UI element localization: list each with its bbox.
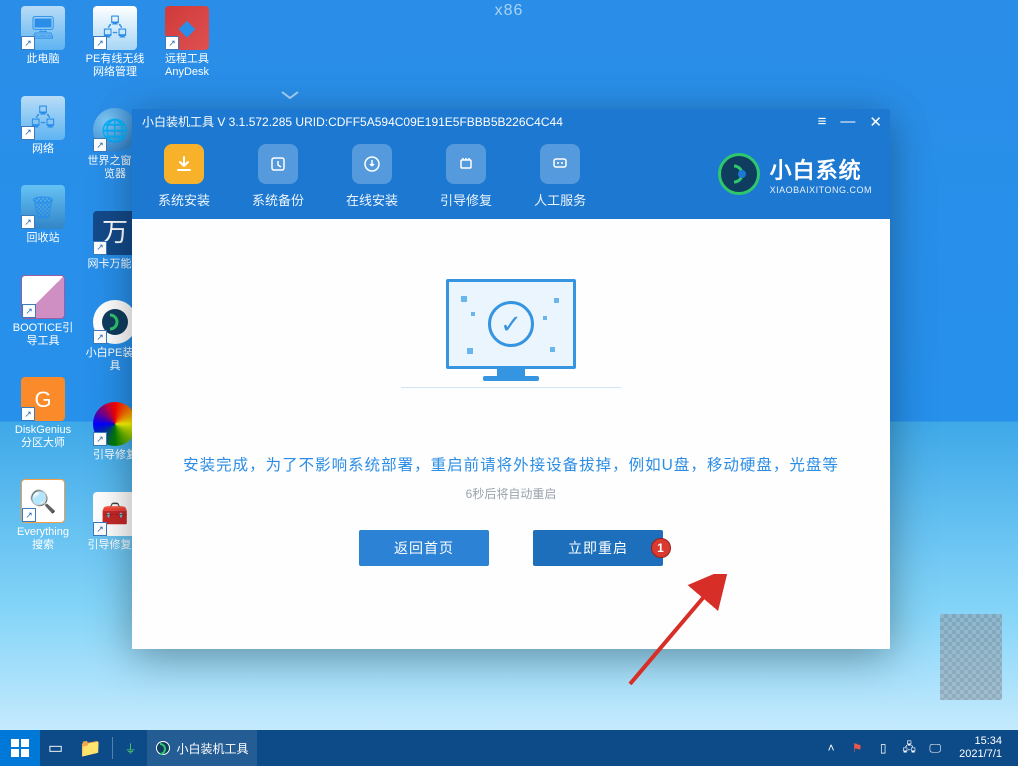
pe-network-icon[interactable]: 🖧↗ PE有线无线网络管理 <box>84 6 146 78</box>
network-glyph-icon: 🖧↗ <box>21 96 65 140</box>
menu-button[interactable]: ≡ <box>818 113 827 131</box>
tab-label: 系统备份 <box>252 190 304 209</box>
diskgenius-glyph-icon: G↗ <box>21 377 65 421</box>
desktop-label: PE有线无线网络管理 <box>84 53 146 78</box>
desktop-label: Everything搜索 <box>12 526 74 551</box>
magnifier-icon: 🔍↗ <box>21 479 65 523</box>
monitor-icon: 🖥↗ <box>21 6 65 50</box>
tray-flag-icon[interactable]: ⚑ <box>849 740 865 756</box>
tray-battery-icon[interactable]: ▯ <box>875 740 891 756</box>
pinwheel-icon: ↗ <box>93 402 137 446</box>
taskbar-app-label: 小白装机工具 <box>177 740 249 757</box>
this-pc-icon[interactable]: 🖥↗ 此电脑 <box>12 6 74 66</box>
desktop-label: 远程工具AnyDesk <box>156 53 218 78</box>
folder-icon: 📁 <box>79 738 101 759</box>
anydesk-icon[interactable]: ◆↗ 远程工具AnyDesk <box>156 6 218 78</box>
tab-support[interactable]: 人工服务 <box>528 140 592 213</box>
desktop-label: 引导修复 <box>93 449 137 462</box>
cloud-download-icon <box>352 144 392 184</box>
tab-label: 系统安装 <box>158 190 210 209</box>
restart-label: 立即重启 <box>568 540 628 556</box>
xiaobai-tray-icon <box>155 740 171 756</box>
taskbar: ▭ 📁 ⏚ 小白装机工具 ˄ ⚑ ▯ 🖧 🖵 15:34 2021/7/1 <box>0 730 1018 766</box>
tray-monitor-icon[interactable]: 🖵 <box>927 740 943 756</box>
taskview-icon: ▭ <box>48 738 63 758</box>
restart-now-button[interactable]: 立即重启 1 <box>533 530 663 566</box>
desktop-label: 此电脑 <box>27 53 60 66</box>
tab-label: 人工服务 <box>534 190 586 209</box>
windows-icon <box>11 739 29 757</box>
success-graphic: ✓ <box>441 279 581 399</box>
everything-icon[interactable]: 🔍↗ Everything搜索 <box>12 479 74 551</box>
lan-icon: 🖧↗ <box>93 6 137 50</box>
tab-backup[interactable]: 系统备份 <box>246 140 310 213</box>
taskbar-wifi[interactable]: ⏚ <box>115 730 147 766</box>
network-icon[interactable]: 🖧↗ 网络 <box>12 96 74 156</box>
wifi-icon: ⏚ <box>123 740 139 756</box>
anydesk-glyph-icon: ◆↗ <box>165 6 209 50</box>
repair-icon <box>446 144 486 184</box>
tray-network-icon[interactable]: 🖧 <box>901 740 917 756</box>
tab-install[interactable]: 系统安装 <box>152 140 216 213</box>
complete-message: 安装完成，为了不影响系统部署，重启前请将外接设备拔掉，例如U盘，移动硬盘，光盘等 <box>183 453 839 475</box>
eraser-icon: ↗ <box>21 275 65 319</box>
xiaobai-logo-icon: ↗ <box>93 300 137 344</box>
taskbar-taskview[interactable]: ▭ <box>40 730 71 766</box>
desktop-label: BOOTICE引导工具 <box>12 322 74 347</box>
tab-online[interactable]: 在线安装 <box>340 140 404 213</box>
check-circle-icon: ✓ <box>488 301 534 347</box>
globe-icon: 🌐↗ <box>93 108 137 152</box>
chevron-down-icon <box>280 90 300 100</box>
chat-icon <box>540 144 580 184</box>
arch-label: x86 <box>495 2 524 20</box>
desktop-label: 网络 <box>32 143 54 156</box>
desktop-label: DiskGenius分区大师 <box>12 424 74 449</box>
start-button[interactable] <box>0 730 40 766</box>
window-title: 小白装机工具 V 3.1.572.285 URID:CDFF5A594C09E1… <box>142 113 563 130</box>
recycle-bin-icon[interactable]: 🗑↗ 回收站 <box>12 185 74 245</box>
firstaid-icon: 🧰↗ <box>93 492 137 536</box>
brand-name: 小白系统 <box>770 153 872 185</box>
clock-date: 2021/7/1 <box>959 748 1002 761</box>
desktop-label: 回收站 <box>27 232 60 245</box>
tab-label: 在线安装 <box>346 190 398 209</box>
brand-url: XIAOBAIXITONG.COM <box>770 185 872 195</box>
trash-icon: 🗑↗ <box>21 185 65 229</box>
xiaobai-window: 小白装机工具 V 3.1.572.285 URID:CDFF5A594C09E1… <box>132 109 890 649</box>
diskgenius-icon[interactable]: G↗ DiskGenius分区大师 <box>12 377 74 449</box>
taskbar-explorer[interactable]: 📁 <box>71 730 109 766</box>
taskbar-app-xiaobai[interactable]: 小白装机工具 <box>147 730 257 766</box>
download-icon <box>164 144 204 184</box>
taskbar-clock[interactable]: 15:34 2021/7/1 <box>953 735 1008 761</box>
countdown-message: 6秒后将自动重启 <box>466 485 557 502</box>
backup-icon <box>258 144 298 184</box>
driver-glyph-icon: 万↗ <box>93 211 137 255</box>
tray-chevron-icon[interactable]: ˄ <box>823 740 839 756</box>
watermark <box>940 614 1002 700</box>
clock-time: 15:34 <box>959 735 1002 748</box>
bootice-icon[interactable]: ↗ BOOTICE引导工具 <box>12 275 74 347</box>
window-body: ✓ 安装完成，为了不影响系统部署，重启前请将外接设备拔掉，例如U盘，移动硬盘，光… <box>132 219 890 649</box>
tab-bootfix[interactable]: 引导修复 <box>434 140 498 213</box>
window-header: 小白装机工具 V 3.1.572.285 URID:CDFF5A594C09E1… <box>132 109 890 219</box>
minimize-button[interactable]: — <box>840 113 855 131</box>
close-button[interactable]: ✕ <box>869 113 882 131</box>
brand-block: 小白系统 XIAOBAIXITONG.COM <box>718 153 872 195</box>
back-home-button[interactable]: 返回首页 <box>359 530 489 566</box>
tab-label: 引导修复 <box>440 190 492 209</box>
annotation-badge: 1 <box>651 538 671 558</box>
brand-logo-icon <box>718 153 760 195</box>
